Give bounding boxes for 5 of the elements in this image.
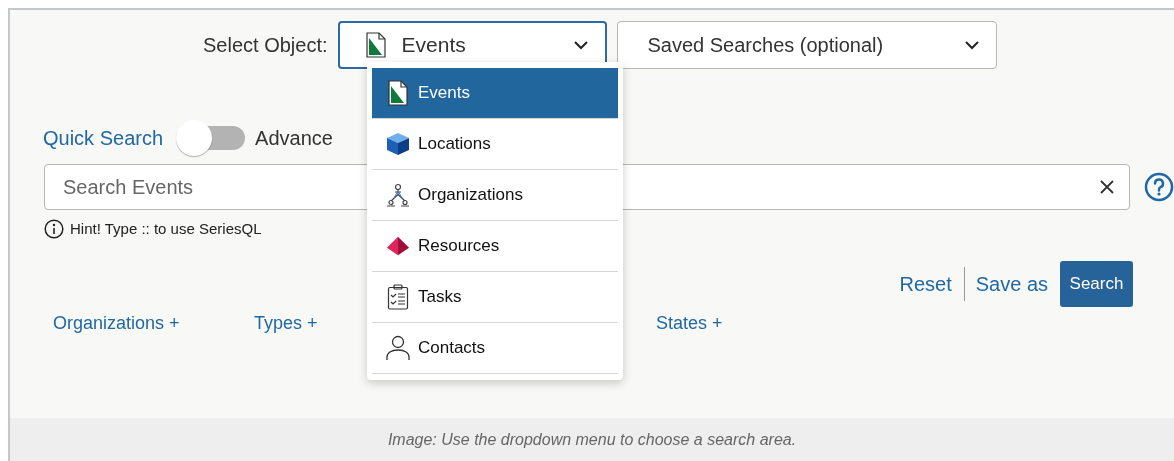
quick-search-label: Quick Search	[43, 126, 164, 151]
select-object-label: Select Object:	[203, 33, 328, 58]
hint-text: Hint! Type :: to use SeriesQL	[70, 219, 262, 239]
caption: Image: Use the dropdown menu to choose a search area.	[387, 429, 797, 450]
advanced-search-label: Advance	[255, 126, 333, 151]
